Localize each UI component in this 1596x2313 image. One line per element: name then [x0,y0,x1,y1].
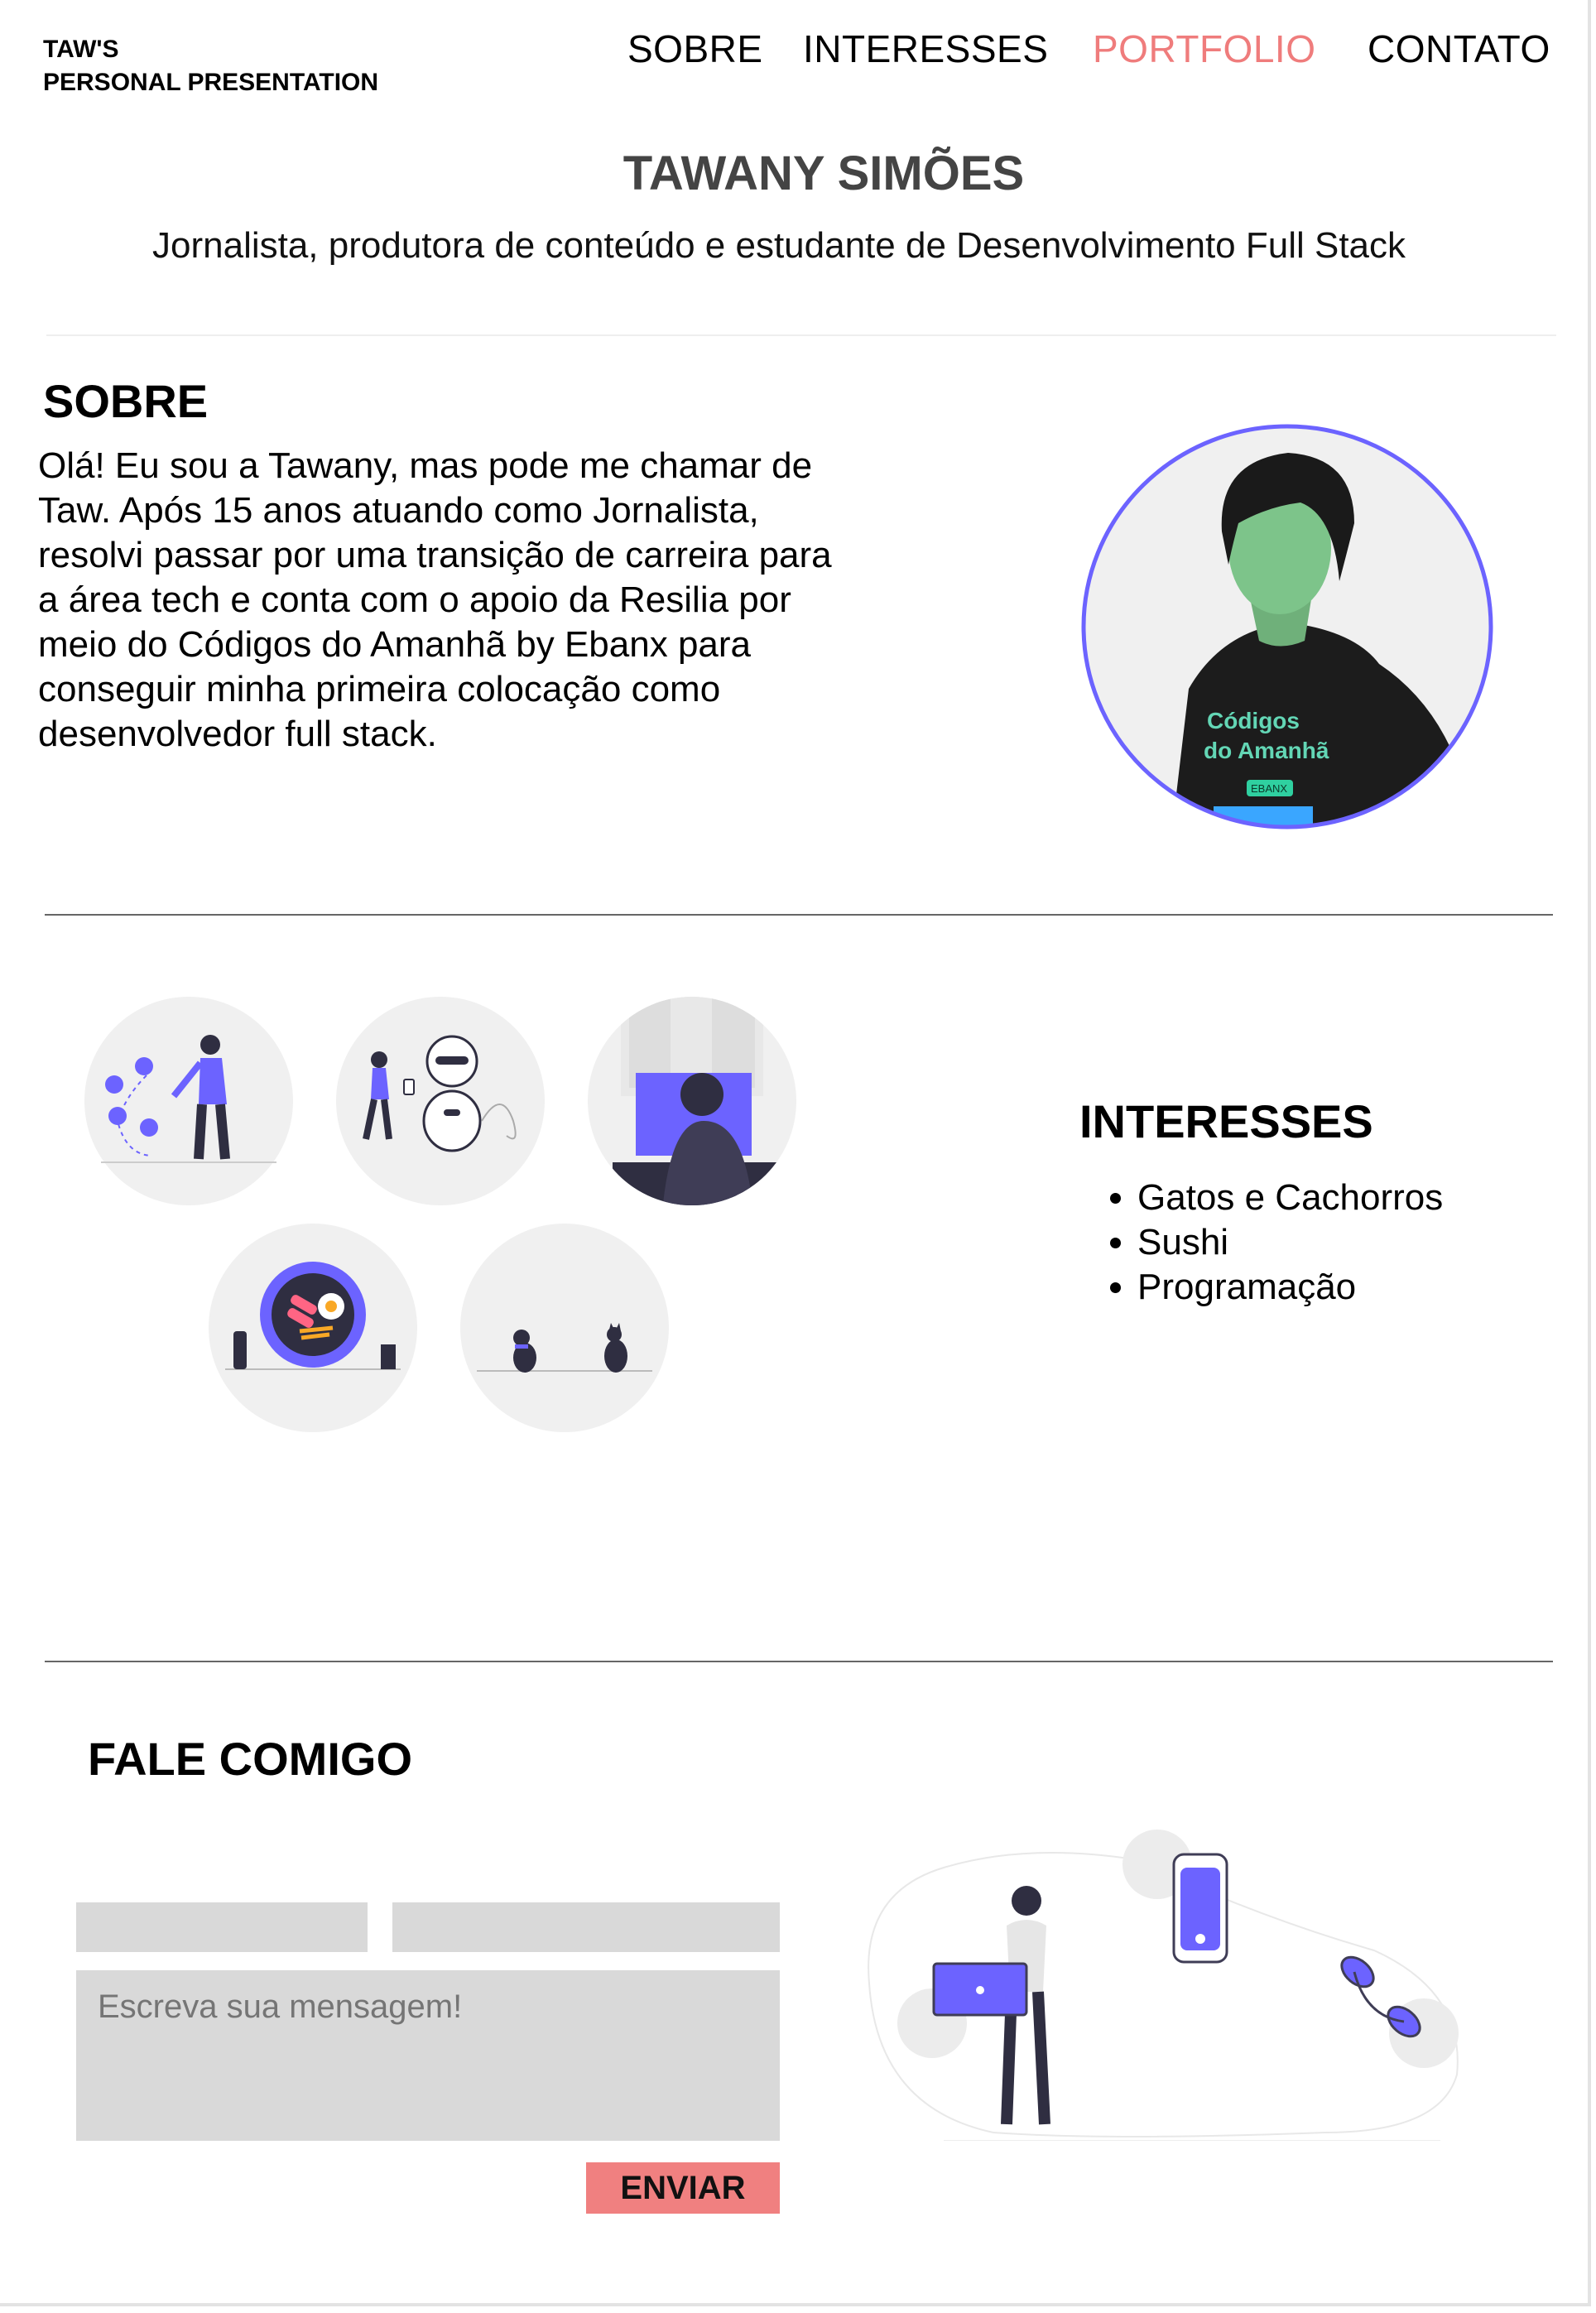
nav-interesses[interactable]: INTERESSES [803,25,1048,73]
contact-illustration [868,1830,1459,2141]
programmer-illustration [588,997,796,1205]
shirt-text-line-1: Códigos [1207,708,1300,733]
email-field[interactable] [392,1902,780,1952]
send-button[interactable]: ENVIAR [586,2162,780,2214]
interests-title: INTERESSES [1079,1095,1373,1147]
section-divider [45,1661,1553,1662]
logo-line-2: PERSONAL PRESENTATION [43,69,379,96]
message-field[interactable] [76,1970,780,2141]
pets-illustration [460,1224,669,1432]
social-media-illustration [84,997,293,1205]
robot-illustration [336,997,545,1205]
nav-portfolio[interactable]: PORTFOLIO [1093,25,1315,73]
interests-list: Gatos e Cachorros Sushi Programação [1081,1176,1443,1310]
about-text: Olá! Eu sou a Tawany, mas pode me chamar… [38,445,832,754]
nav-sobre[interactable]: SOBRE [627,25,763,73]
interest-item: Gatos e Cachorros [1137,1176,1443,1220]
hero-name: TAWANY SIMÕES [623,147,1025,200]
interest-item: Sushi [1137,1220,1443,1265]
interest-item: Programação [1137,1265,1443,1310]
profile-photo: Códigos do Amanhã EBANX [1081,424,1493,830]
shirt-text-line-2: do Amanhã [1204,738,1329,763]
section-divider [45,914,1553,916]
nav-contato[interactable]: CONTATO [1368,25,1550,73]
contact-title: FALE COMIGO [88,1733,412,1785]
food-illustration [209,1224,417,1432]
logo-line-1: TAW'S [43,36,119,63]
site-logo[interactable]: TAW'S PERSONAL PRESENTATION [43,33,378,99]
about-title: SOBRE [43,375,209,427]
hero-subtitle: Jornalista, produtora de conteúdo e estu… [152,225,1406,266]
shirt-badge: EBANX [1251,782,1287,795]
name-field[interactable] [76,1902,368,1952]
divider [46,334,1556,336]
